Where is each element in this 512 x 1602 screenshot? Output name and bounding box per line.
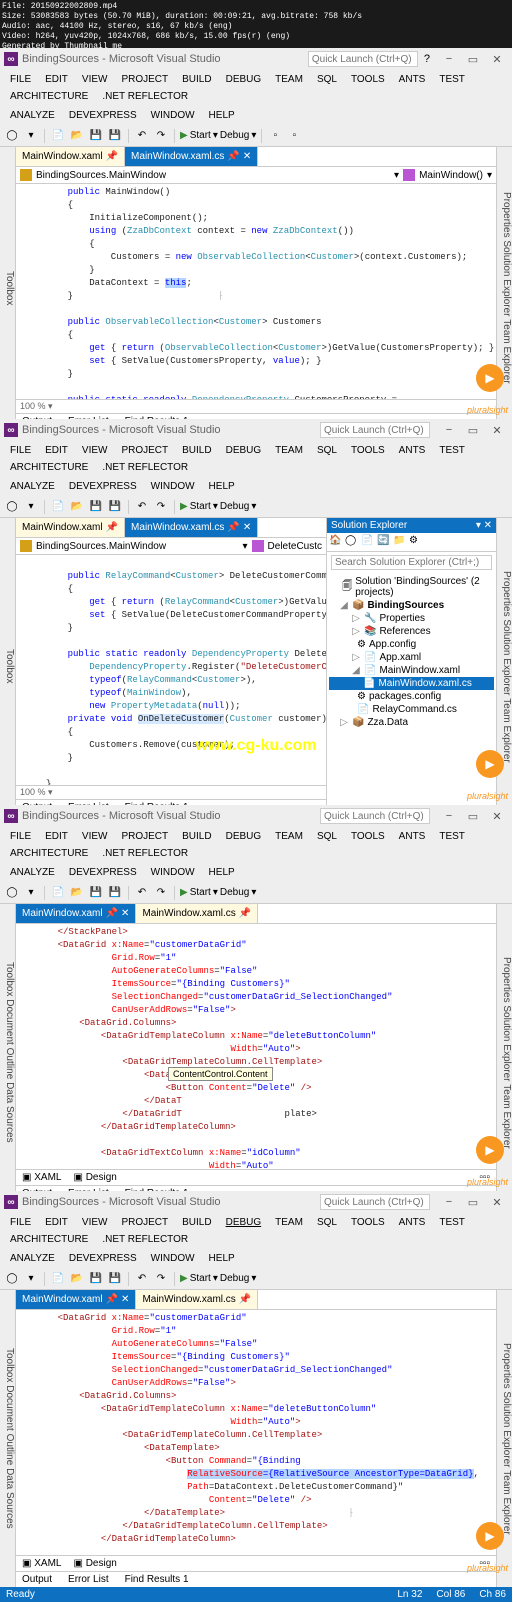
tab-xaml[interactable]: MainWindow.xaml📌✕ [16,1290,136,1309]
undo-icon[interactable]: ↶ [134,128,150,144]
tab-cs[interactable]: MainWindow.xaml.cs📌✕ [125,518,258,537]
toolbar[interactable]: ◯▾📄📂💾💾↶↷▶Start▾Debug▾▫▫ [0,125,512,147]
pluralsight-logo: pluralsight [467,405,508,415]
tab-cs[interactable]: MainWindow.xaml.cs📌✕ [125,147,258,166]
start-button[interactable]: Start [190,130,211,141]
menubar[interactable]: FILEEDITVIEWPROJECTBUILDDEBUGTEAMSQLTOOL… [0,70,512,106]
minimize-icon[interactable]: − [438,50,460,68]
play-icon[interactable]: ▶ [180,130,188,141]
solexp-title: Solution Explorer [331,520,407,531]
code-editor[interactable]: <DataGrid x:Name="customerDataGrid" Grid… [16,1310,496,1555]
designer-tabs[interactable]: ▣ XAML▣ Design▫▫▫ [16,1169,496,1185]
close-icon[interactable]: ✕ [243,151,251,162]
toolbox-tab[interactable]: Toolbox [0,147,16,429]
back-icon[interactable]: ◯ [4,128,20,144]
open-icon[interactable]: 📂 [69,128,85,144]
menubar2[interactable]: ANALYZEDEVEXPRESSWINDOWHELP [0,106,512,125]
debug-config[interactable]: Debug [220,130,249,141]
save-icon[interactable]: 💾 [88,128,104,144]
redo-icon[interactable]: ↷ [153,128,169,144]
mediainfo-overlay: File: 20150922002809.mp4 Size: 53083583 … [0,0,364,54]
sel-file[interactable]: 📄 MainWindow.xaml.cs [329,677,494,690]
code-editor[interactable]: </StackPanel> <DataGrid x:Name="customer… [16,924,496,1169]
sol-search[interactable] [331,555,492,570]
pin-icon[interactable]: 📌 [106,151,118,162]
pin-icon[interactable]: 📌 [227,151,239,162]
tab-xaml[interactable]: MainWindow.xaml📌✕ [16,904,136,923]
breadcrumb[interactable]: BindingSources.MainWindow▾MainWindow()▾ [16,167,496,184]
window-title: BindingSources - Microsoft Visual Studio [22,53,308,65]
tab-cs[interactable]: MainWindow.xaml.cs📌 [136,1290,258,1309]
tab-xaml[interactable]: MainWindow.xaml📌 [16,518,125,537]
code-editor[interactable]: public RelayCommand<Customer> DeleteCust… [16,555,326,785]
play-overlay-icon[interactable] [476,364,504,392]
vs-icon: ∞ [4,52,18,66]
proj-node[interactable]: ◢📦 BindingSources [329,599,494,612]
code-editor[interactable]: public MainWindow() { InitializeComponen… [16,184,496,399]
tab-xaml[interactable]: MainWindow.xaml📌 [16,147,125,166]
solution-explorer[interactable]: Solution Explorer▾ ✕ 🏠◯📄🔄📁⚙ 🗐 Solution '… [326,518,496,815]
doc-tabs[interactable]: MainWindow.xaml📌MainWindow.xaml.cs📌✕ [16,147,496,167]
tooltip: ContentControl.Content [168,1067,273,1081]
home-icon[interactable]: 🏠 [329,535,343,549]
saveall-icon[interactable]: 💾 [107,128,123,144]
close-icon[interactable]: ✕ [486,50,508,68]
sol-node[interactable]: 🗐 Solution 'BindingSources' (2 projects) [329,575,494,599]
restore-icon[interactable]: ▭ [462,50,484,68]
new-icon[interactable]: 📄 [50,128,66,144]
help-icon[interactable]: ? [424,53,430,65]
tab-cs[interactable]: MainWindow.xaml.cs📌 [136,904,258,923]
